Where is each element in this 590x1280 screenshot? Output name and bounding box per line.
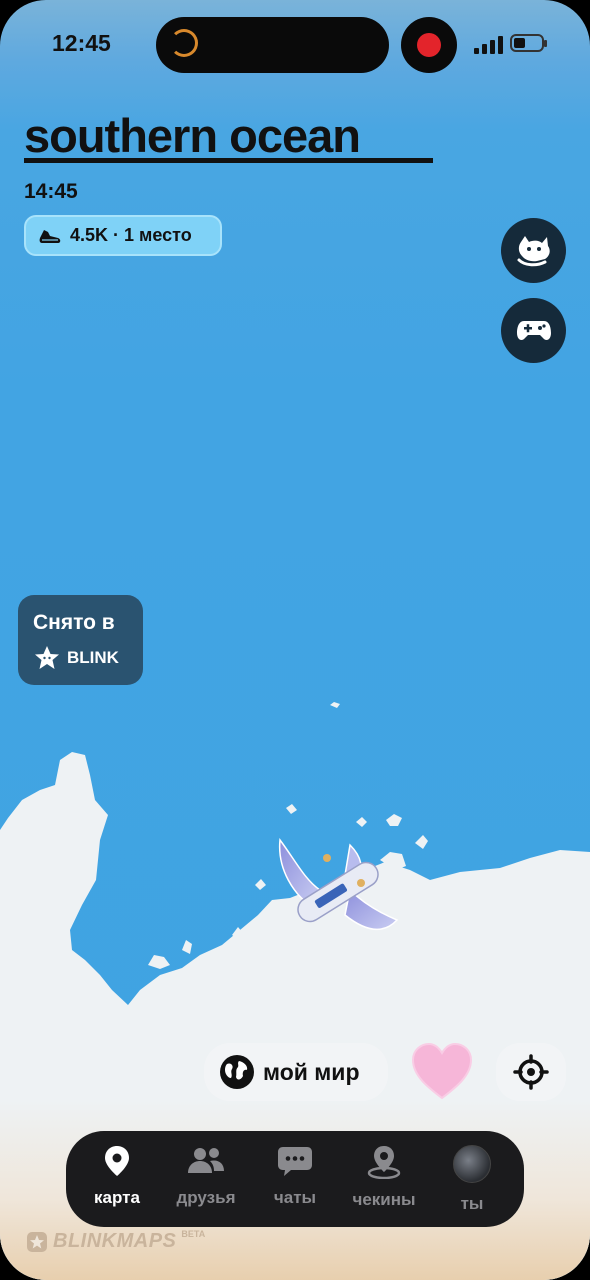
crosshair-icon (513, 1054, 549, 1090)
stats-text: 4.5K · 1 место (70, 225, 192, 245)
cat-mascot-icon (517, 235, 550, 266)
locate-me-button[interactable] (496, 1043, 566, 1101)
friends-icon (188, 1148, 224, 1173)
games-button[interactable] (501, 298, 566, 363)
nav-item-map[interactable]: карта (77, 1145, 157, 1208)
blinkmaps-watermark: BLINKMAPS BETA (26, 1228, 206, 1253)
nav-item-chats[interactable]: чаты (255, 1145, 335, 1208)
heart-icon[interactable] (409, 1040, 475, 1102)
bottom-nav: карта друзья чаты чекины ты (66, 1131, 524, 1227)
gamepad-icon (516, 320, 551, 340)
local-time: 14:45 (24, 180, 78, 203)
plane-avatar-icon[interactable] (265, 835, 405, 945)
badge-line1: Снято в (33, 611, 115, 634)
chat-icon (278, 1147, 312, 1176)
brand-name: BLINKMAPS (53, 1230, 177, 1252)
cellular-signal-icon (474, 34, 504, 54)
nav-item-friends[interactable]: друзья (166, 1145, 246, 1208)
shot-in-blink-badge: Снято в BLINK (18, 595, 143, 685)
my-world-label: мой мир (263, 1058, 360, 1085)
activity-ring-icon (170, 29, 198, 57)
status-time: 12:45 (52, 30, 111, 56)
battery-icon (510, 34, 547, 52)
record-dot-icon (417, 33, 441, 57)
badge-line2-row: BLINK (33, 645, 119, 671)
nav-label-you: ты (460, 1194, 484, 1213)
my-world-button[interactable]: мой мир (204, 1043, 388, 1101)
map-pin-icon (105, 1146, 129, 1176)
nav-label-chats: чаты (273, 1188, 317, 1207)
status-bar: 12:45 (0, 0, 590, 90)
badge-brand: BLINK (67, 648, 119, 667)
dynamic-island (156, 17, 389, 73)
globe-icon (220, 1055, 254, 1089)
title-underline (24, 158, 433, 163)
avatar (453, 1145, 491, 1183)
stats-pill[interactable]: 4.5K · 1 место (24, 215, 222, 256)
nav-label-friends: друзья (176, 1188, 236, 1207)
phone-screen: 12:45 southern ocean 14:45 4.5K · 1 мест… (0, 0, 590, 1280)
brand-beta-tag: BETA (181, 1228, 206, 1239)
nav-label-checkins: чекины (352, 1190, 416, 1209)
nav-item-checkins[interactable]: чекины (344, 1145, 424, 1210)
location-title: southern ocean (24, 109, 361, 162)
sneaker-icon (39, 229, 61, 243)
star-face-icon (35, 646, 59, 669)
screen-recording-indicator[interactable] (401, 17, 457, 73)
mascot-button[interactable] (501, 218, 566, 283)
blinkmaps-logo-icon (27, 1231, 47, 1252)
nav-label-map: карта (94, 1188, 140, 1207)
nav-item-you[interactable]: ты (432, 1145, 512, 1214)
checkin-pin-icon (367, 1146, 401, 1180)
